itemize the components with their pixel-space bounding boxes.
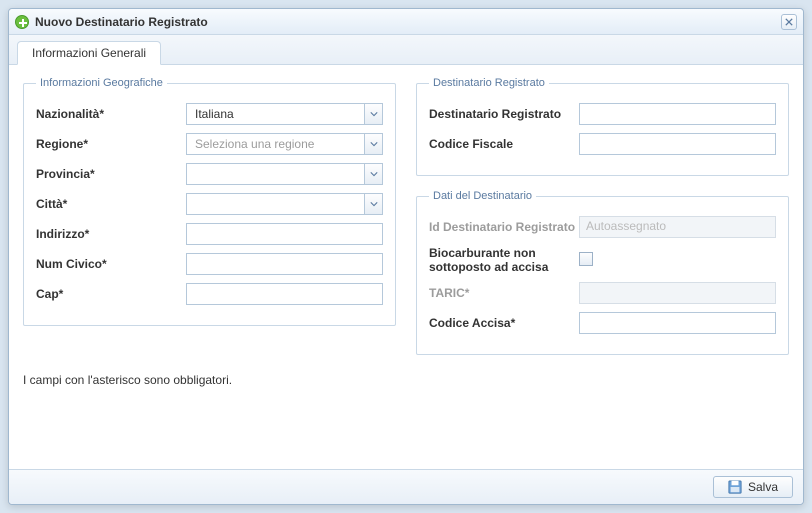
label-citta: Città* bbox=[36, 197, 186, 211]
chevron-down-icon bbox=[364, 194, 382, 214]
input-indirizzo[interactable] bbox=[186, 223, 383, 245]
checkbox-biocarburante[interactable] bbox=[579, 252, 593, 266]
label-nazionalita: Nazionalità* bbox=[36, 107, 186, 121]
label-civico: Num Civico* bbox=[36, 257, 186, 271]
label-codice-accisa: Codice Accisa* bbox=[429, 316, 579, 330]
fieldset-dati-destinatario: Dati del Destinatario Id Destinatario Re… bbox=[416, 190, 789, 355]
label-id-destinatario: Id Destinatario Registrato bbox=[429, 220, 579, 234]
label-codice-fiscale: Codice Fiscale bbox=[429, 137, 579, 151]
titlebar: Nuovo Destinatario Registrato bbox=[9, 9, 803, 35]
fieldset-destinatario-registrato: Destinatario Registrato Destinatario Reg… bbox=[416, 77, 789, 176]
save-button-label: Salva bbox=[748, 480, 778, 494]
label-destinatario: Destinatario Registrato bbox=[429, 107, 579, 121]
input-id-destinatario: Autoassegnato bbox=[579, 216, 776, 238]
input-civico[interactable] bbox=[186, 253, 383, 275]
label-taric: TARIC* bbox=[429, 286, 579, 300]
add-icon bbox=[15, 15, 29, 29]
select-placeholder: Seleziona una regione bbox=[191, 137, 314, 151]
dialog-body: Informazioni Geografiche Nazionalità* It… bbox=[9, 65, 803, 469]
select-nazionalita[interactable]: Italiana bbox=[186, 103, 383, 125]
chevron-down-icon bbox=[364, 134, 382, 154]
close-icon bbox=[785, 18, 793, 26]
input-codice-accisa[interactable] bbox=[579, 312, 776, 334]
chevron-down-icon bbox=[364, 104, 382, 124]
tabs: Informazioni Generali bbox=[9, 35, 803, 65]
window-title: Nuovo Destinatario Registrato bbox=[35, 15, 208, 29]
select-value: Italiana bbox=[191, 107, 234, 121]
legend-geografiche: Informazioni Geografiche bbox=[36, 77, 167, 89]
tab-label: Informazioni Generali bbox=[32, 46, 146, 60]
input-cap[interactable] bbox=[186, 283, 383, 305]
input-destinatario[interactable] bbox=[579, 103, 776, 125]
save-icon bbox=[728, 480, 742, 494]
label-provincia: Provincia* bbox=[36, 167, 186, 181]
required-fields-note: I campi con l'asterisco sono obbligatori… bbox=[23, 369, 789, 387]
label-cap: Cap* bbox=[36, 287, 186, 301]
dialog-window: Nuovo Destinatario Registrato Informazio… bbox=[8, 8, 804, 505]
close-button[interactable] bbox=[781, 14, 797, 30]
dialog-footer: Salva bbox=[9, 469, 803, 504]
select-provincia[interactable] bbox=[186, 163, 383, 185]
save-button[interactable]: Salva bbox=[713, 476, 793, 498]
select-regione[interactable]: Seleziona una regione bbox=[186, 133, 383, 155]
label-biocarburante: Biocarburante non sottoposto ad accisa bbox=[429, 246, 579, 274]
input-codice-fiscale[interactable] bbox=[579, 133, 776, 155]
select-citta[interactable] bbox=[186, 193, 383, 215]
chevron-down-icon bbox=[364, 164, 382, 184]
legend-destinatario-registrato: Destinatario Registrato bbox=[429, 77, 549, 89]
fieldset-geografiche: Informazioni Geografiche Nazionalità* It… bbox=[23, 77, 396, 326]
label-regione: Regione* bbox=[36, 137, 186, 151]
tab-informazioni-generali[interactable]: Informazioni Generali bbox=[17, 41, 161, 65]
input-taric bbox=[579, 282, 776, 304]
legend-dati-destinatario: Dati del Destinatario bbox=[429, 190, 536, 202]
label-indirizzo: Indirizzo* bbox=[36, 227, 186, 241]
